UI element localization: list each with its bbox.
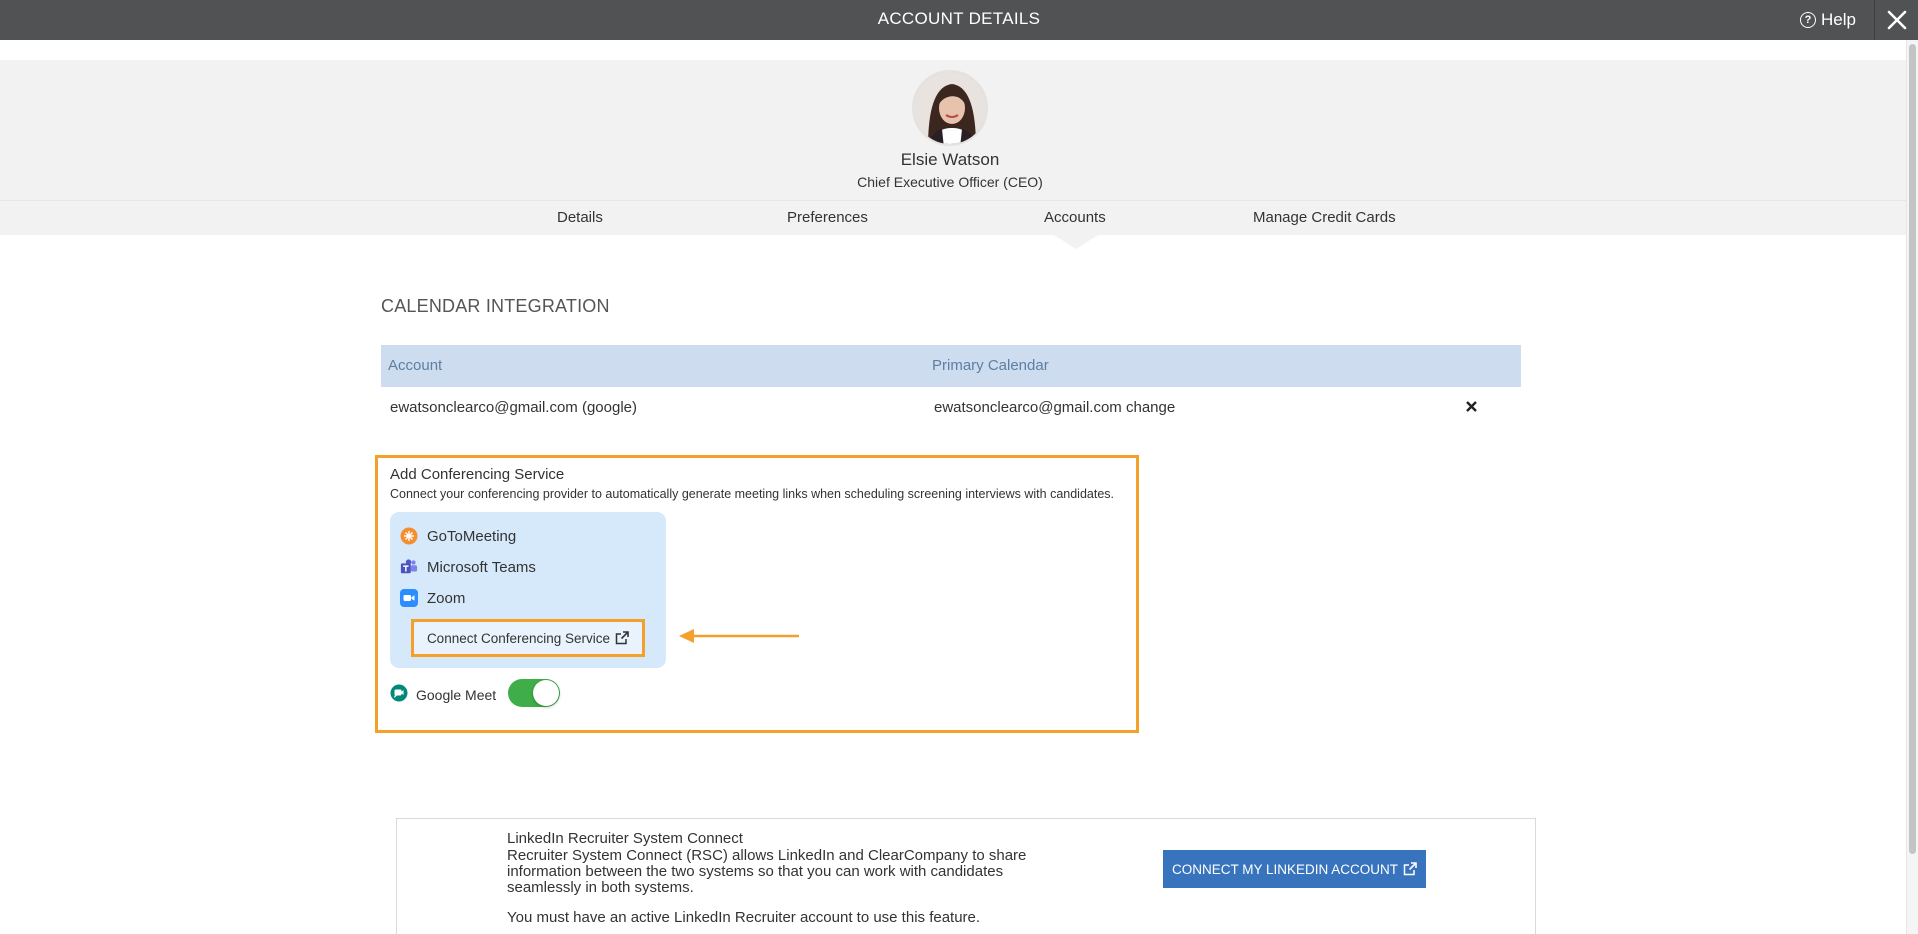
tab-details[interactable]: Details [557,209,603,226]
page-title: ACCOUNT DETAILS [877,9,1041,28]
avatar-image [914,72,986,144]
google-meet-label: Google Meet [416,686,497,703]
conferencing-panel: Add Conferencing Service Connect your co… [375,455,1139,733]
conferencing-title: Add Conferencing Service [390,466,565,483]
top-bar: ACCOUNT DETAILS ? Help [0,0,1918,40]
calendar-table: Account Primary Calendar ewatsonclearco@… [381,345,1521,433]
remove-account-button[interactable] [1466,399,1477,417]
conferencing-description: Connect your conferencing provider to au… [390,487,1115,501]
toggle-knob [533,680,559,706]
tab-accounts[interactable]: Accounts [1044,209,1106,226]
tab-bar: Details Preferences Accounts Manage Cred… [0,200,1906,235]
table-header: Account Primary Calendar [381,345,1521,387]
external-link-icon [615,631,629,645]
provider-label: Microsoft Teams [427,558,536,576]
callout-arrow [679,629,799,643]
provider-microsoft-teams[interactable]: Microsoft Teams [400,558,536,576]
question-icon: ? [1800,12,1817,28]
change-calendar-link[interactable]: change [1126,399,1175,416]
profile-name: Elsie Watson [900,150,1000,169]
google-meet-option: Google Meet [390,684,496,705]
connect-linkedin-label: CONNECT MY LINKEDIN ACCOUNT [1171,861,1399,877]
remove-icon [1466,401,1477,412]
provider-zoom[interactable]: Zoom [400,589,465,607]
account-email: ewatsonclearco@gmail.com (google) [390,399,638,416]
connect-linkedin-button[interactable]: CONNECT MY LINKEDIN ACCOUNT [1163,850,1426,888]
primary-calendar-email: ewatsonclearco@gmail.com [934,399,1122,416]
close-icon [1887,10,1906,30]
provider-gotomeeting[interactable]: GoToMeeting [400,527,516,545]
column-header-account: Account [388,357,443,374]
provider-label: Zoom [427,589,466,607]
gotomeeting-icon [400,527,418,545]
teams-icon [400,558,418,576]
calendar-section-title: CALENDAR INTEGRATION [381,296,610,316]
external-link-icon [1403,862,1417,876]
linkedin-rsc-panel: LinkedIn Recruiter System Connect Recrui… [396,818,1536,934]
linkedin-title: LinkedIn Recruiter System Connect [507,830,743,847]
connect-conferencing-service-button[interactable]: Connect Conferencing Service [411,619,645,657]
profile-title: Chief Executive Officer (CEO) [857,174,1043,190]
provider-list: GoToMeeting Microsoft Teams Zoom Connect… [390,512,666,668]
help-label: Help [1821,10,1856,29]
close-button[interactable] [1875,0,1918,40]
linkedin-note: You must have an active LinkedIn Recruit… [507,909,981,926]
tab-preferences[interactable]: Preferences [787,209,868,226]
table-row: ewatsonclearco@gmail.com (google) ewatso… [381,387,1521,433]
page-scrollbar[interactable] [1906,40,1918,934]
connect-conferencing-label: Connect Conferencing Service [426,630,611,646]
avatar [912,70,988,146]
zoom-icon [400,589,418,607]
profile-header: Elsie Watson Chief Executive Officer (CE… [0,60,1906,200]
google-meet-icon [390,684,408,705]
primary-calendar-value: ewatsonclearco@gmail.com change [934,399,1175,416]
google-meet-toggle[interactable] [508,679,560,707]
help-button[interactable]: ? Help [1800,10,1856,30]
provider-label: GoToMeeting [427,527,517,545]
linkedin-description: Recruiter System Connect (RSC) allows Li… [507,847,1027,896]
scrollbar-thumb[interactable] [1909,44,1916,854]
tab-manage-credit-cards[interactable]: Manage Credit Cards [1253,209,1396,226]
active-tab-indicator [1054,235,1098,249]
column-header-primary-calendar: Primary Calendar [932,357,1049,374]
